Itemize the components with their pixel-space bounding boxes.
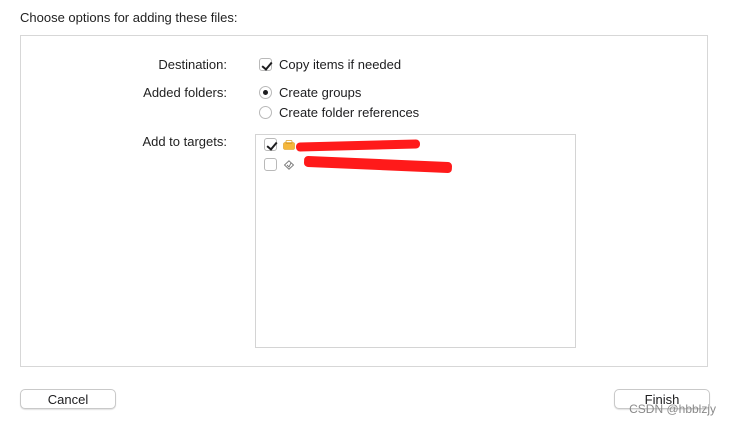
cancel-button[interactable]: Cancel: [20, 389, 116, 409]
copy-items-checkbox[interactable]: [259, 58, 272, 71]
create-groups-radio[interactable]: [259, 86, 272, 99]
copy-items-label: Copy items if needed: [279, 57, 402, 72]
added-folders-label: Added folders:: [143, 85, 227, 100]
target-row[interactable]: [264, 138, 299, 151]
destination-label: Destination:: [158, 57, 227, 72]
test-target-icon: [283, 159, 295, 170]
target-checkbox[interactable]: [264, 138, 277, 151]
create-folder-references-radio[interactable]: [259, 106, 272, 119]
add-to-targets-label: Add to targets:: [142, 134, 227, 149]
dialog-title: Choose options for adding these files:: [20, 10, 238, 25]
options-panel: Destination: Copy items if needed Added …: [20, 35, 708, 367]
target-row[interactable]: [264, 158, 299, 171]
create-folder-references-label: Create folder references: [279, 105, 420, 120]
targets-list[interactable]: [255, 134, 576, 348]
create-groups-label: Create groups: [279, 85, 362, 100]
app-target-icon: [283, 139, 295, 150]
create-groups-option[interactable]: Create groups: [259, 85, 361, 100]
watermark: CSDN @hbblzjy: [629, 402, 716, 416]
copy-items-option[interactable]: Copy items if needed: [259, 57, 401, 72]
create-folder-references-option[interactable]: Create folder references: [259, 105, 419, 120]
target-checkbox[interactable]: [264, 158, 277, 171]
redaction-mark: [295, 139, 421, 152]
redaction-mark: [303, 155, 453, 174]
